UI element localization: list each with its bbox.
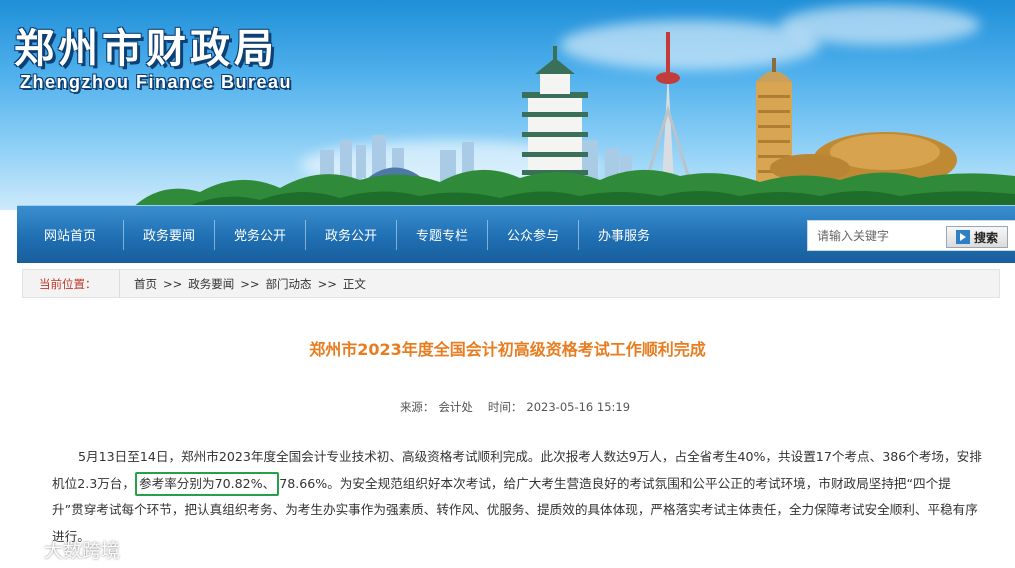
search-button-label: 搜索: [973, 230, 998, 245]
breadcrumb: 当前位置： 首页 >> 政务要闻 >> 部门动态 >> 正文: [22, 269, 1000, 298]
breadcrumb-separator: >>: [317, 276, 337, 291]
site-logo-chinese: 郑州市财政局: [14, 25, 278, 72]
search-box: 搜索: [807, 220, 1015, 251]
source-value: 会计处: [438, 400, 473, 414]
breadcrumb-separator: >>: [240, 276, 260, 291]
main-nav: 网站首页 政务要闻 党务公开 政务公开 专题专栏 公众参与 办事服务 搜索: [17, 205, 1015, 263]
search-button[interactable]: 搜索: [946, 226, 1008, 248]
breadcrumb-home[interactable]: 首页: [134, 276, 157, 292]
source-label: 来源：: [399, 400, 435, 414]
arrow-right-icon: [955, 230, 970, 244]
article-title: 郑州市2023年度全国会计初高级资格考试工作顺利完成: [309, 340, 706, 359]
watermark: 大数跨境: [6, 536, 120, 563]
breadcrumb-divider: [119, 269, 120, 298]
site-logo-english: Zhengzhou Finance Bureau: [20, 72, 293, 92]
breadcrumb-separator: >>: [163, 276, 183, 291]
highlighted-participation-rate: 参考率分别为70.82%、: [135, 471, 280, 496]
nav-item-home[interactable]: 网站首页: [17, 207, 123, 263]
breadcrumb-label: 当前位置：: [39, 276, 97, 291]
nav-item-government-affairs[interactable]: 政务公开: [306, 207, 396, 263]
article-meta: 来源： 会计处 时间： 2023-05-16 15:19: [0, 399, 1015, 415]
watermark-logo-icon: [7, 540, 39, 559]
nav-item-party-affairs[interactable]: 党务公开: [215, 207, 305, 263]
nav-item-special-topics[interactable]: 专题专栏: [397, 207, 487, 263]
breadcrumb-current: 正文: [342, 276, 366, 291]
search-input[interactable]: [808, 221, 948, 250]
watermark-text: 大数跨境: [44, 540, 121, 562]
breadcrumb-government-news[interactable]: 政务要闻: [188, 276, 234, 292]
time-label: 时间：: [487, 400, 523, 414]
nav-item-public-participation[interactable]: 公众参与: [488, 207, 578, 263]
article-body: 5月13日至14日，郑州市2023年度全国会计专业技术初、高级资格考试顺利完成。…: [52, 444, 982, 550]
publish-time: 2023-05-16 15:19: [526, 400, 631, 414]
breadcrumb-department-news[interactable]: 部门动态: [266, 276, 312, 292]
nav-item-services[interactable]: 办事服务: [579, 207, 669, 263]
site-banner: 郑州市财政局 Zhengzhou Finance Bureau: [0, 0, 1015, 210]
nav-item-government-news[interactable]: 政务要闻: [124, 207, 214, 263]
